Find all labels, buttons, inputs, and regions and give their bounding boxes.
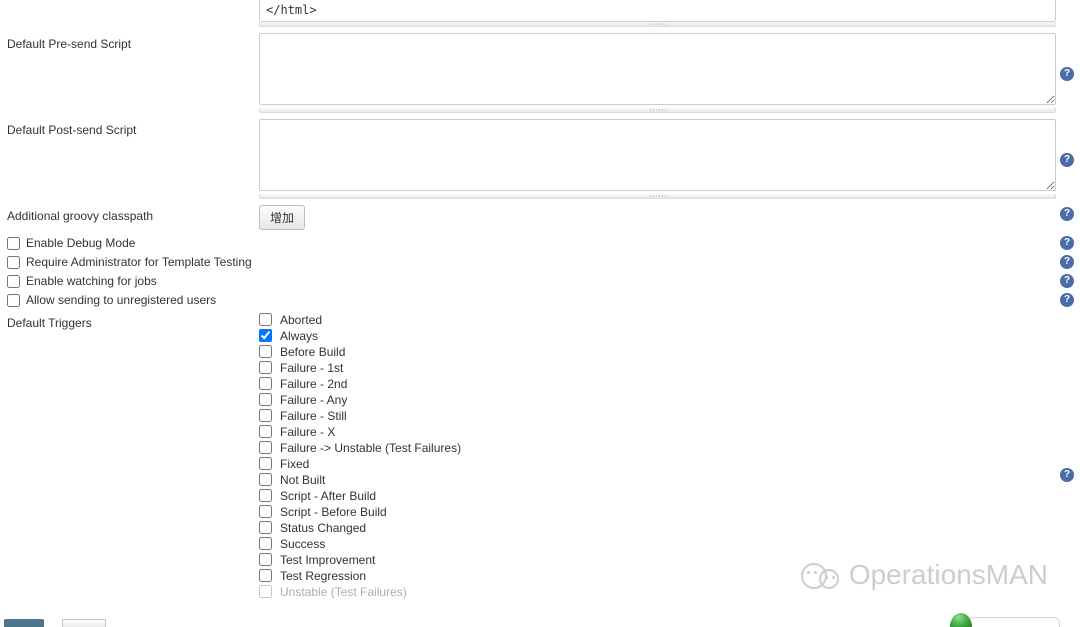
trigger-label: Failure - 2nd [280, 377, 347, 391]
trigger-label: Fixed [280, 457, 309, 471]
allow-unregistered-checkbox[interactable] [7, 294, 20, 307]
trigger-checkbox[interactable] [259, 537, 272, 550]
trigger-checkbox[interactable] [259, 585, 272, 598]
default-content-textarea-tail[interactable]: </html> [259, 0, 1056, 22]
trigger-label: Test Improvement [280, 553, 375, 567]
trigger-item: Failure - X [259, 424, 1056, 439]
trigger-checkbox[interactable] [259, 521, 272, 534]
trigger-checkbox[interactable] [259, 345, 272, 358]
resize-handle[interactable] [259, 194, 1056, 199]
allow-unregistered-label: Allow sending to unregistered users [26, 293, 216, 307]
trigger-label: Aborted [280, 313, 322, 327]
triggers-list: Aborted Always Before Build Failure - 1st Fa… [259, 312, 1056, 599]
enable-debug-checkbox[interactable] [7, 237, 20, 250]
post-send-label: Default Post-send Script [4, 119, 259, 137]
trigger-label: Before Build [280, 345, 345, 359]
trigger-item: Test Improvement [259, 552, 1056, 567]
trigger-checkbox[interactable] [259, 409, 272, 422]
save-button[interactable] [4, 619, 44, 627]
help-icon[interactable]: ? [1060, 255, 1074, 269]
help-icon[interactable]: ? [1060, 67, 1074, 81]
trigger-checkbox[interactable] [259, 457, 272, 470]
pre-send-label: Default Pre-send Script [4, 33, 259, 51]
trigger-item: Script - Before Build [259, 504, 1056, 519]
trigger-checkbox[interactable] [259, 425, 272, 438]
trigger-checkbox[interactable] [259, 489, 272, 502]
trigger-item: Not Built [259, 472, 1056, 487]
trigger-label: Status Changed [280, 521, 366, 535]
trigger-label: Script - After Build [280, 489, 376, 503]
resize-handle[interactable] [259, 108, 1056, 113]
trigger-item: Aborted [259, 312, 1056, 327]
trigger-item: Success [259, 536, 1056, 551]
require-admin-label: Require Administrator for Template Testi… [26, 255, 252, 269]
enable-debug-label: Enable Debug Mode [26, 236, 135, 250]
trigger-item: Failure - 2nd [259, 376, 1056, 391]
trigger-item: Unstable (Test Failures) [259, 584, 1056, 599]
help-icon[interactable]: ? [1060, 236, 1074, 250]
trigger-label: Unstable (Test Failures) [280, 585, 407, 599]
trigger-item: Failure -> Unstable (Test Failures) [259, 440, 1056, 455]
trigger-checkbox[interactable] [259, 377, 272, 390]
trigger-label: Not Built [280, 473, 325, 487]
help-icon[interactable]: ? [1060, 207, 1074, 221]
watch-jobs-checkbox[interactable] [7, 275, 20, 288]
bottom-action-bar [0, 615, 1080, 627]
post-send-script-textarea[interactable] [259, 119, 1056, 191]
trigger-label: Failure - Any [280, 393, 347, 407]
trigger-item: Before Build [259, 344, 1056, 359]
help-icon[interactable]: ? [1060, 293, 1074, 307]
trigger-checkbox[interactable] [259, 313, 272, 326]
trigger-checkbox[interactable] [259, 441, 272, 454]
help-icon[interactable]: ? [1060, 153, 1074, 167]
trigger-item: Failure - Any [259, 392, 1056, 407]
trigger-label: Failure - Still [280, 409, 347, 423]
trigger-item: Failure - Still [259, 408, 1056, 423]
trigger-checkbox[interactable] [259, 361, 272, 374]
default-triggers-label: Default Triggers [4, 312, 259, 330]
trigger-checkbox[interactable] [259, 553, 272, 566]
watch-jobs-label: Enable watching for jobs [26, 274, 157, 288]
trigger-label: Failure - X [280, 425, 335, 439]
add-classpath-button[interactable]: 增加 [259, 205, 305, 230]
trigger-label: Script - Before Build [280, 505, 387, 519]
trigger-item: Status Changed [259, 520, 1056, 535]
trigger-checkbox[interactable] [259, 505, 272, 518]
resize-handle[interactable] [259, 22, 1056, 27]
trigger-label: Failure -> Unstable (Test Failures) [280, 441, 461, 455]
apply-button[interactable] [62, 619, 106, 627]
trigger-checkbox[interactable] [259, 393, 272, 406]
trigger-label: Failure - 1st [280, 361, 343, 375]
trigger-label: Success [280, 537, 325, 551]
trigger-checkbox[interactable] [259, 329, 272, 342]
pre-send-script-textarea[interactable] [259, 33, 1056, 105]
autorefresh-stub[interactable] [968, 617, 1060, 627]
require-admin-checkbox[interactable] [7, 256, 20, 269]
trigger-item: Test Regression [259, 568, 1056, 583]
trigger-item: Fixed [259, 456, 1056, 471]
trigger-item: Script - After Build [259, 488, 1056, 503]
trigger-item: Failure - 1st [259, 360, 1056, 375]
trigger-item: Always [259, 328, 1056, 343]
trigger-checkbox[interactable] [259, 569, 272, 582]
help-icon[interactable]: ? [1060, 274, 1074, 288]
help-icon[interactable]: ? [1060, 468, 1074, 482]
trigger-checkbox[interactable] [259, 473, 272, 486]
trigger-label: Always [280, 329, 318, 343]
trigger-label: Test Regression [280, 569, 366, 583]
classpath-label: Additional groovy classpath [4, 205, 259, 223]
